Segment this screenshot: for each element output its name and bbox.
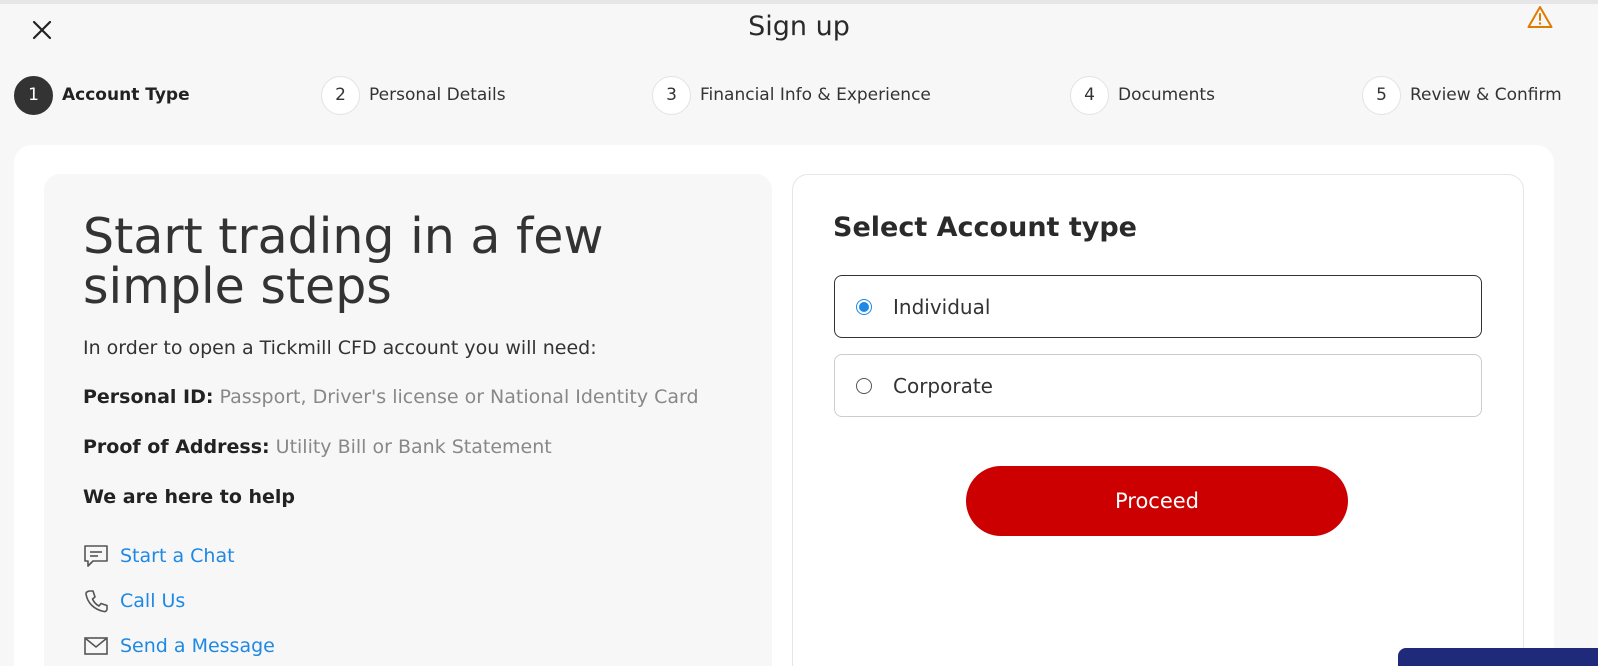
signup-stepper: 1 Account Type 2 Personal Details 3 Fina… (0, 75, 1598, 115)
step-documents[interactable]: 4 Documents (1070, 75, 1215, 115)
proceed-button[interactable]: Proceed (966, 466, 1348, 536)
select-account-title: Select Account type (833, 212, 1137, 243)
contact-label: Call Us (120, 590, 186, 612)
contact-label: Send a Message (120, 635, 275, 657)
warning-icon[interactable] (1527, 5, 1553, 29)
live-chat-widget[interactable] (1398, 648, 1598, 666)
step-label: Review & Confirm (1410, 85, 1562, 105)
option-label: Individual (893, 294, 991, 319)
radio-button[interactable] (856, 377, 872, 394)
mail-icon (83, 633, 109, 659)
start-chat-link[interactable]: Start a Chat (83, 543, 235, 569)
step-number: 2 (321, 75, 360, 115)
info-intro: In order to open a Tickmill CFD account … (83, 337, 597, 359)
requirement-value: Utility Bill or Bank Statement (275, 436, 552, 458)
requirement-personal-id: Personal ID: Passport, Driver's license … (83, 386, 699, 408)
step-number: 4 (1070, 75, 1109, 115)
step-label: Personal Details (369, 85, 506, 105)
requirement-value: Passport, Driver's license or National I… (219, 386, 699, 408)
call-us-link[interactable]: Call Us (83, 588, 185, 614)
send-message-link[interactable]: Send a Message (83, 633, 275, 659)
help-heading: We are here to help (83, 486, 296, 508)
step-number: 3 (652, 75, 691, 115)
account-option-individual[interactable]: Individual (834, 275, 1482, 338)
step-number: 5 (1362, 75, 1401, 115)
step-account-type[interactable]: 1 Account Type (14, 75, 190, 115)
info-headline: Start trading in a few simple steps (83, 208, 604, 315)
page-title: Sign up (748, 11, 850, 42)
step-label: Account Type (62, 85, 190, 105)
requirement-label: Proof of Address: (83, 436, 270, 458)
account-type-panel (792, 174, 1524, 666)
step-number: 1 (14, 75, 53, 115)
account-option-corporate[interactable]: Corporate (834, 354, 1482, 417)
requirement-label: Personal ID: (83, 386, 214, 408)
contact-label: Start a Chat (120, 545, 235, 567)
step-review-confirm[interactable]: 5 Review & Confirm (1362, 75, 1562, 115)
requirement-proof-of-address: Proof of Address: Utility Bill or Bank S… (83, 436, 552, 458)
step-personal-details[interactable]: 2 Personal Details (321, 75, 506, 115)
top-border (0, 0, 1598, 4)
step-label: Documents (1118, 85, 1215, 105)
step-financial-info[interactable]: 3 Financial Info & Experience (652, 75, 931, 115)
phone-icon (83, 588, 109, 614)
radio-button[interactable] (856, 298, 872, 315)
option-label: Corporate (893, 373, 993, 398)
step-label: Financial Info & Experience (700, 85, 931, 105)
chat-icon (83, 543, 109, 569)
